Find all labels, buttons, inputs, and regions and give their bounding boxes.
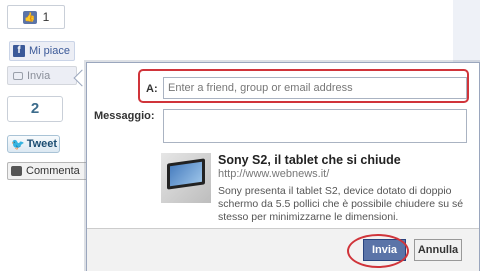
comment-button-label: Commenta (26, 165, 80, 177)
message-label: Messaggio: (94, 110, 155, 122)
facebook-icon: f (13, 45, 25, 57)
comment-button[interactable]: Commenta (7, 162, 89, 180)
share-sidebar: 👍 1 f Mi piace Invia 2 🐦 Tweet Commenta (0, 0, 95, 271)
tweet-button[interactable]: 🐦 Tweet (7, 135, 60, 153)
preview-description: Sony presenta il tablet S2, device dotat… (218, 185, 464, 223)
tweet-count: 2 (7, 96, 63, 122)
thumbs-up-icon: 👍 (22, 10, 37, 24)
preview-title: Sony S2, il tablet che si chiude (218, 153, 401, 167)
recipient-input[interactable] (163, 77, 467, 99)
tablet-image (167, 158, 205, 190)
twitter-bird-icon: 🐦 (11, 138, 25, 151)
message-input[interactable] (163, 109, 467, 143)
facebook-like-button[interactable]: f Mi piace (9, 41, 75, 61)
tweet-button-label: Tweet (26, 138, 58, 150)
like-count-box: 👍 1 (7, 5, 65, 29)
send-dialog: A: Messaggio: Sony S2, il tablet che si … (86, 62, 480, 271)
send-button[interactable]: Invia (363, 239, 406, 261)
like-button-label: Mi piace (29, 45, 70, 57)
send-button-label: Invia (27, 69, 51, 82)
like-count: 1 (42, 10, 50, 24)
preview-thumbnail (161, 153, 211, 203)
comment-icon (11, 166, 22, 176)
preview-url: http://www.webnews.it/ (218, 168, 330, 180)
to-label: A: (146, 83, 158, 95)
speech-bubble-icon (13, 71, 23, 80)
facebook-send-button[interactable]: Invia (7, 66, 77, 85)
cancel-button[interactable]: Annulla (414, 239, 462, 261)
